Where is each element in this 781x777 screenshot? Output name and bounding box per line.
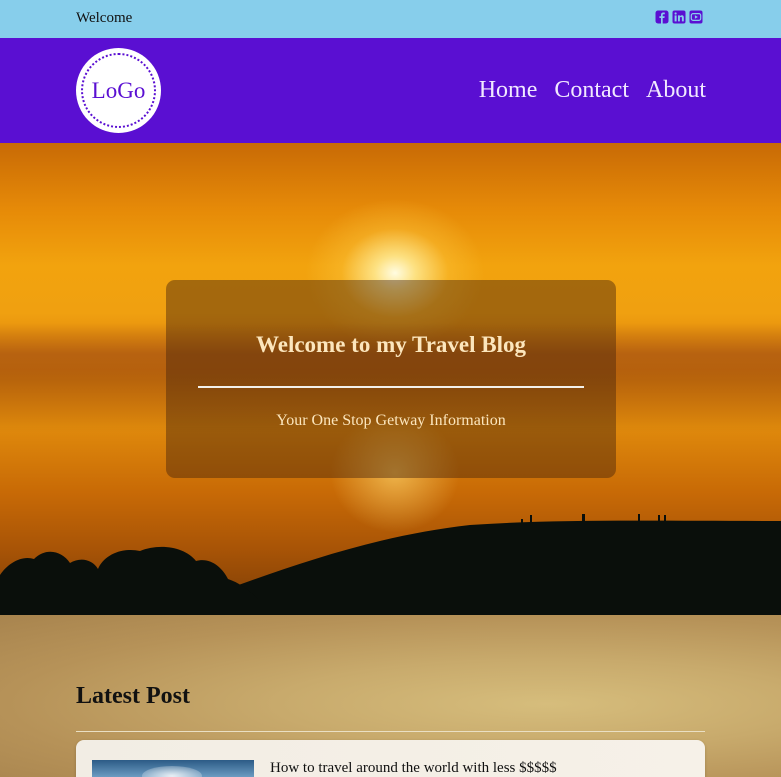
welcome-text: Welcome	[76, 10, 133, 26]
top-bar: Welcome	[0, 0, 781, 38]
post-card[interactable]: How to travel around the world with less…	[76, 740, 705, 777]
section-divider	[76, 731, 705, 732]
nav-home-link[interactable]: Home	[479, 76, 538, 104]
nav-links: Home Contact About	[479, 76, 706, 104]
latest-post-section: Latest Post How to travel around the wor…	[0, 615, 781, 777]
post-title[interactable]: How to travel around the world with less…	[270, 760, 557, 777]
nav-contact-link[interactable]: Contact	[554, 76, 629, 104]
hero-title: Welcome to my Travel Blog	[256, 332, 526, 357]
hero-banner: Welcome to my Travel Blog Your One Stop …	[0, 143, 781, 615]
hero-divider	[198, 386, 584, 388]
main-navbar: LoGo Home Contact About	[0, 38, 781, 143]
nav-about-link[interactable]: About	[646, 76, 706, 104]
site-logo[interactable]: LoGo	[76, 48, 161, 133]
hero-subtitle: Your One Stop Getway Information	[276, 412, 506, 429]
section-heading: Latest Post	[76, 683, 190, 709]
hero-card: Welcome to my Travel Blog Your One Stop …	[166, 280, 616, 478]
facebook-square-icon[interactable]	[655, 10, 669, 24]
social-links	[655, 10, 703, 26]
linkedin-icon[interactable]	[672, 10, 686, 24]
post-thumbnail[interactable]	[92, 760, 254, 777]
youtube-icon[interactable]	[689, 10, 703, 24]
logo-text: LoGo	[91, 78, 146, 103]
